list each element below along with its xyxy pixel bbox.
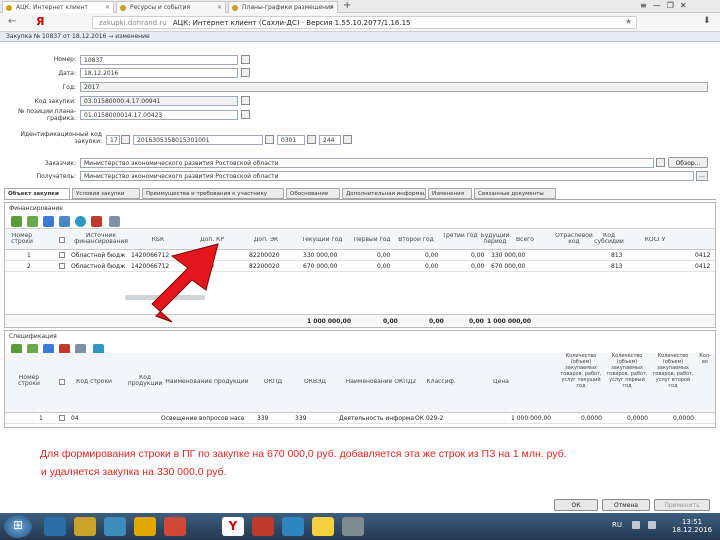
- taskbar-app-icon[interactable]: [312, 517, 334, 536]
- clock-time: 13:51: [681, 518, 703, 526]
- red-arrow-icon: [151, 243, 219, 323]
- yandex-browser-icon[interactable]: Y: [222, 517, 244, 536]
- taskbar-app-icon[interactable]: [342, 517, 364, 536]
- language-indicator[interactable]: RU: [612, 521, 622, 529]
- cancel-button[interactable]: Отмена: [602, 499, 650, 511]
- ok-button[interactable]: ОК: [554, 499, 598, 511]
- taskbar-app-icon[interactable]: [104, 517, 126, 536]
- taskbar-app-icon[interactable]: [252, 517, 274, 536]
- taskbar-app-icon[interactable]: [44, 517, 66, 536]
- taskbar-files-icon[interactable]: [74, 517, 96, 536]
- volume-icon[interactable]: [648, 521, 656, 529]
- taskbar-app-icon[interactable]: [282, 517, 304, 536]
- apply-button[interactable]: Применить: [654, 499, 710, 511]
- taskbar: ⊞ Y RU 13:51 18.12.2016: [0, 513, 720, 540]
- network-icon[interactable]: [632, 521, 640, 529]
- taskbar-app-icon[interactable]: [164, 517, 186, 536]
- taskbar-folder-icon[interactable]: [134, 517, 156, 536]
- clock-date: 18.12.2016: [672, 526, 713, 534]
- clock[interactable]: 13:51 18.12.2016: [672, 518, 712, 534]
- start-button[interactable]: ⊞: [4, 515, 32, 538]
